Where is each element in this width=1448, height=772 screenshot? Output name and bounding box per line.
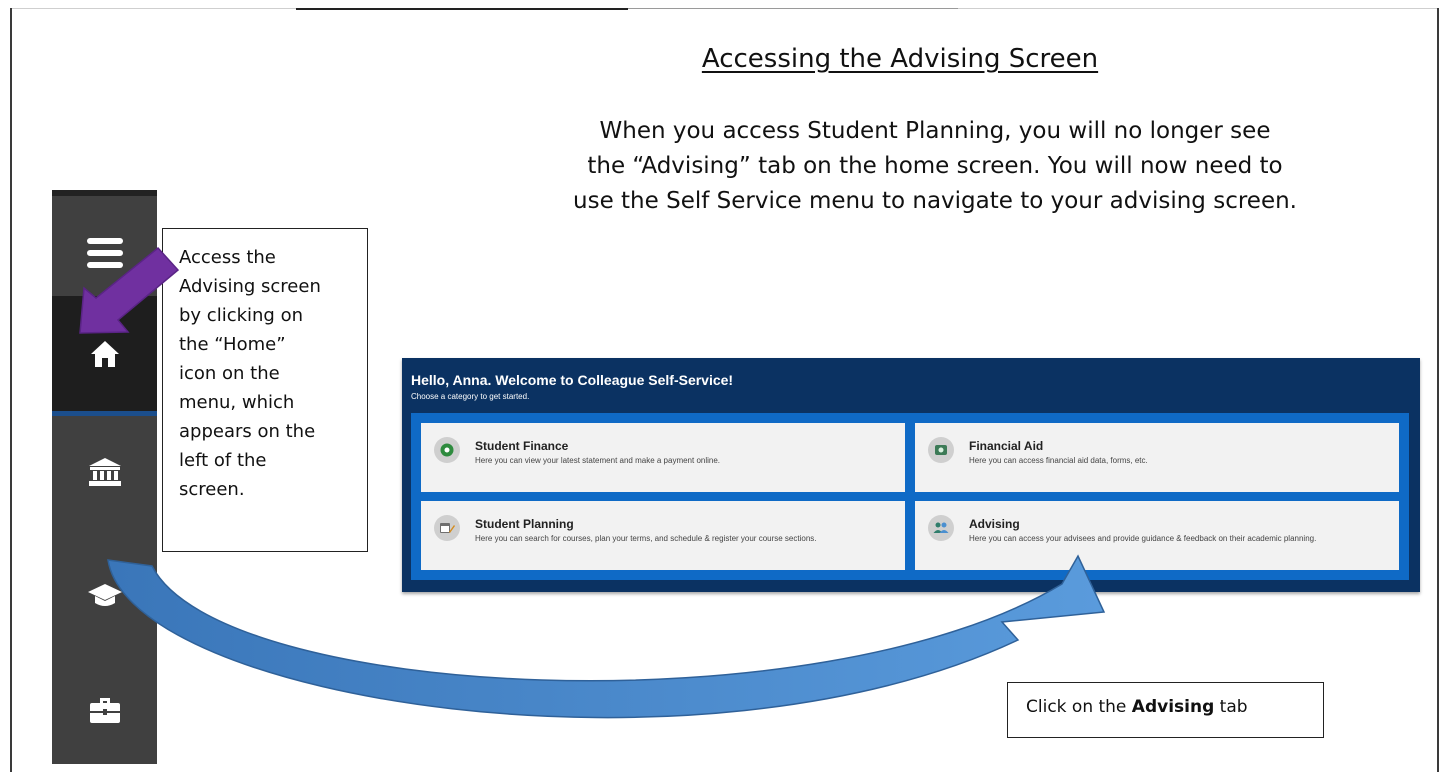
dollar-icon-wrap xyxy=(434,437,460,463)
tile-description: Here you can access financial aid data, … xyxy=(969,456,1148,465)
side-menu-topbar xyxy=(52,190,157,196)
menu-employment-button[interactable] xyxy=(52,665,157,755)
tile-student-planning[interactable]: Student Planning Here you can search for… xyxy=(421,501,905,570)
panel-heading: Hello, Anna. Welcome to Colleague Self-S… xyxy=(411,372,734,388)
note-prefix: Click on the xyxy=(1026,697,1132,717)
callout-line: the “Home” xyxy=(179,334,286,355)
note-suffix: tab xyxy=(1214,697,1248,717)
intro-paragraph: When you access Student Planning, you wi… xyxy=(500,114,1370,219)
side-menu xyxy=(52,190,157,764)
calendar-icon-wrap xyxy=(434,515,460,541)
note-bold: Advising xyxy=(1131,697,1215,717)
tile-student-finance[interactable]: Student Finance Here you can view your l… xyxy=(421,423,905,492)
self-service-home-panel: Hello, Anna. Welcome to Colleague Self-S… xyxy=(402,358,1420,592)
money-icon xyxy=(935,445,947,455)
tile-title: Student Planning xyxy=(475,517,574,531)
tile-advising[interactable]: Advising Here you can access your advise… xyxy=(915,501,1399,570)
bank-icon xyxy=(88,458,121,486)
callout-line: icon on the xyxy=(179,363,280,384)
menu-finance-button[interactable] xyxy=(52,422,157,522)
dollar-icon xyxy=(440,443,454,457)
tile-financial-aid[interactable]: Financial Aid Here you can access financ… xyxy=(915,423,1399,492)
callout-line: Advising screen xyxy=(179,276,321,297)
menu-home-button[interactable] xyxy=(52,296,157,416)
tile-title: Financial Aid xyxy=(969,439,1044,453)
tile-description: Here you can view your latest statement … xyxy=(475,456,721,465)
page-edge-top xyxy=(958,8,1438,9)
menu-hamburger-button[interactable] xyxy=(52,210,157,295)
menu-academics-button[interactable] xyxy=(52,550,157,640)
briefcase-icon xyxy=(89,698,120,723)
page-edge-top xyxy=(12,8,296,9)
tile-description: Here you can access your advisees and pr… xyxy=(969,534,1317,543)
home-icon xyxy=(90,340,119,367)
document-title: Accessing the Advising Screen xyxy=(701,44,1099,74)
callout-line: left of the xyxy=(179,450,267,471)
page-edge-top xyxy=(628,8,958,9)
category-grid: Student Finance Here you can view your l… xyxy=(411,413,1409,580)
tile-title: Advising xyxy=(969,517,1020,531)
money-icon-wrap xyxy=(928,437,954,463)
page-edge-top xyxy=(296,8,628,10)
callout-line: appears on the xyxy=(179,421,316,442)
callout-line: by clicking on xyxy=(179,305,303,326)
intro-line: When you access Student Planning, you wi… xyxy=(599,118,1271,144)
callout-line: menu, which xyxy=(179,392,295,413)
hamburger-icon xyxy=(86,237,123,268)
tile-description: Here you can search for courses, plan yo… xyxy=(475,534,817,543)
people-icon-wrap xyxy=(928,515,954,541)
home-icon-callout: Access the Advising screen by clicking o… xyxy=(162,228,368,552)
intro-line: the “Advising” tab on the home screen. Y… xyxy=(587,153,1283,179)
calendar-icon xyxy=(440,523,455,533)
panel-subheading: Choose a category to get started. xyxy=(411,392,530,401)
graduation-cap-icon xyxy=(87,584,122,606)
page-edge-left xyxy=(10,8,12,772)
callout-line: screen. xyxy=(179,479,245,500)
page-edge-right xyxy=(1437,8,1439,772)
tile-title: Student Finance xyxy=(475,439,569,453)
people-icon xyxy=(933,522,949,533)
intro-line: use the Self Service menu to navigate to… xyxy=(573,188,1297,214)
click-advising-note: Click on the Advising tab xyxy=(1007,682,1324,738)
callout-line: Access the xyxy=(179,247,276,268)
